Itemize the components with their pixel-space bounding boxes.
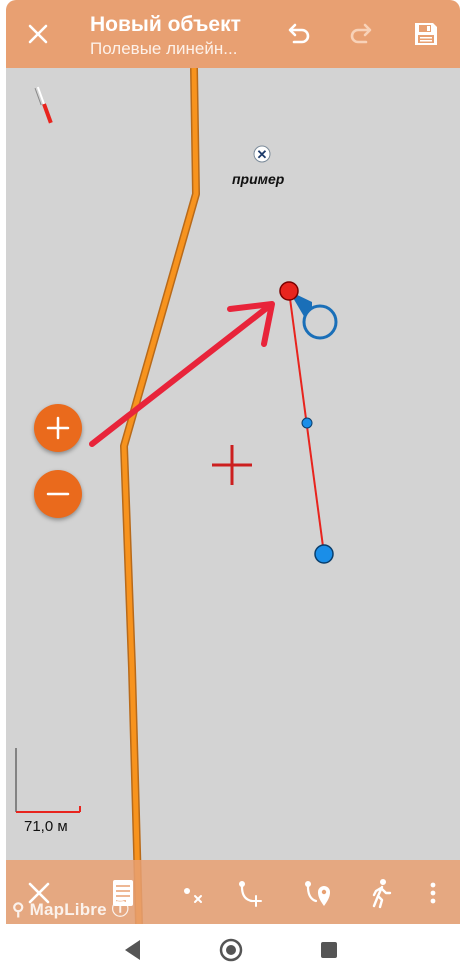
add-node-button[interactable] [232,876,266,910]
track-node-mid [301,417,313,429]
close-button[interactable] [22,18,54,50]
selection-handle-icon [289,291,338,340]
svg-text:✕: ✕ [257,147,268,162]
back-icon [125,940,140,960]
screen: ✕ пример 71,0 м Новый объект Полевые лин… [0,0,466,980]
route-point-button[interactable] [300,876,334,910]
maplibre-logo: ⚲ MapLibre ⓘ [12,895,129,920]
top-app-bar: Новый объект Полевые линейн... [6,0,460,68]
scale-label: 71,0 м [24,818,68,835]
poi-marker-icon: ✕ [253,145,271,163]
home-icon [219,938,243,962]
minus-icon [46,492,70,496]
info-icon[interactable]: ⓘ [112,900,129,919]
undo-button[interactable] [282,18,314,50]
page-title: Новый объект [90,13,241,36]
track-node-selected [279,281,299,301]
add-node-icon [239,881,262,907]
map-pin-icon: ⚲ [12,900,25,919]
redo-button[interactable] [346,18,378,50]
poi-label: пример [232,171,285,187]
delete-node-icon [184,888,202,903]
delete-node-button[interactable] [176,876,210,910]
close-icon [28,24,48,44]
attribution-label: MapLibre [29,900,107,919]
system-navigation-bar [0,924,466,980]
save-icon [415,23,437,45]
more-options-button[interactable] [416,876,450,910]
undo-icon [288,23,310,44]
title-group: Новый объект Полевые линейн... [90,12,270,60]
walk-mode-button[interactable] [364,876,398,910]
plus-icon [46,416,70,440]
zoom-in-button[interactable] [34,404,82,452]
route-point-icon [305,881,330,906]
scale-bar [15,748,81,813]
zoom-out-button[interactable] [34,470,82,518]
more-vert-icon [430,882,436,904]
redo-icon [350,23,372,44]
save-button[interactable] [410,18,442,50]
walk-icon [372,879,392,909]
crosshair-icon [212,445,252,485]
annotation-arrow [89,301,275,447]
road-line-inner [121,68,199,924]
page-subtitle: Полевые линейн... [90,39,238,58]
compass-icon [34,86,53,124]
recents-icon [321,942,337,958]
track-node-end [314,544,334,564]
